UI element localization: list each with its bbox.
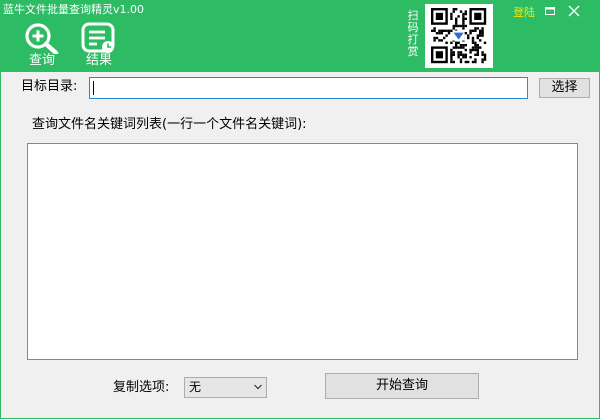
app-title: 蓝牛文件批量查询精灵v1.00 <box>3 3 145 16</box>
donate-qr-code <box>425 4 493 68</box>
login-link[interactable]: 登陆 <box>513 6 535 20</box>
keywords-textarea[interactable] <box>27 143 578 360</box>
result-list-icon <box>81 22 115 53</box>
donate-label: 扫码打赏 <box>407 9 419 58</box>
copy-option-select[interactable]: 无 <box>184 377 267 398</box>
target-dir-label: 目标目录: <box>21 79 78 94</box>
search-icon <box>25 23 59 54</box>
chevron-down-icon <box>254 384 262 390</box>
copy-option-label: 复制选项: <box>113 380 170 395</box>
start-query-button[interactable]: 开始查询 <box>325 373 479 399</box>
keywords-label: 查询文件名关键词列表(一行一个文件名关键词): <box>32 117 307 132</box>
text-caret <box>93 81 94 95</box>
select-directory-button[interactable]: 选择 <box>539 78 590 98</box>
close-icon[interactable] <box>568 5 580 17</box>
copy-option-value: 无 <box>189 380 202 394</box>
query-tool-button[interactable]: 查询 <box>20 22 64 70</box>
qr-code-icon <box>431 8 487 64</box>
result-tool-button[interactable]: 结果 <box>77 22 121 70</box>
result-tool-label: 结果 <box>85 53 112 68</box>
target-dir-input[interactable] <box>89 77 528 99</box>
query-tool-label: 查询 <box>28 53 55 68</box>
minimize-icon[interactable] <box>545 6 555 16</box>
title-bar: 蓝牛文件批量查询精灵v1.00 查询 结果 扫码打赏 登陆 <box>0 0 600 72</box>
